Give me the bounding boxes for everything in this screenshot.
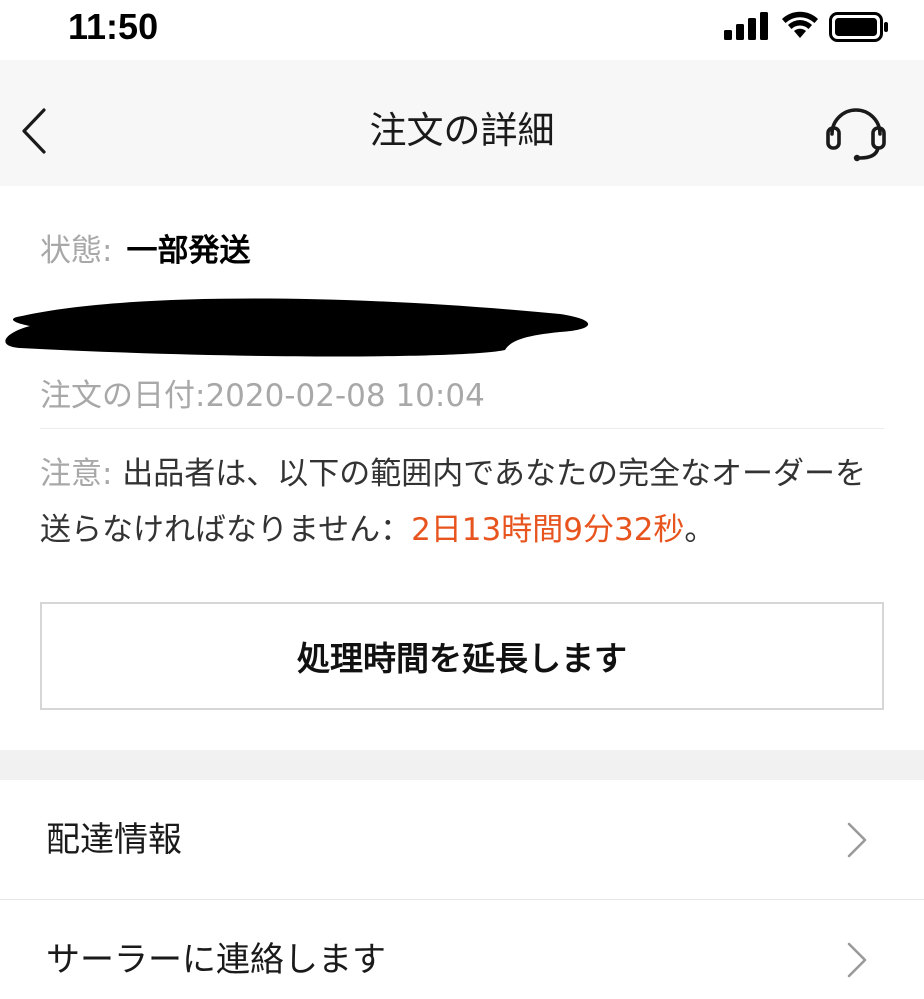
divider: [40, 428, 884, 429]
menu-item-label: 配達情報: [46, 820, 182, 860]
processing-notice: 注意: 出品者は、以下の範囲内であなたの完全なオーダーを送らなければなりません：…: [40, 446, 890, 558]
headset-icon[interactable]: [824, 100, 888, 162]
status-time: 11:50: [68, 6, 159, 47]
status-label: 状態:: [40, 233, 113, 269]
status-value: 一部発送: [126, 233, 251, 269]
cellular-signal-icon: [724, 12, 768, 40]
extend-processing-time-button[interactable]: 処理時間を延長します: [40, 602, 884, 710]
wifi-icon: [782, 11, 818, 38]
chevron-right-icon: [847, 822, 867, 858]
chevron-right-icon: [847, 942, 867, 978]
notice-label: 注意:: [40, 456, 113, 492]
notice-end: 。: [684, 512, 716, 548]
menu-item-label: サーラーに連絡します: [46, 940, 386, 980]
chevron-left-icon[interactable]: [14, 106, 54, 156]
page-title: 注文の詳細: [369, 109, 555, 152]
order-date: 注文の日付:2020-02-08 10:04: [40, 378, 485, 414]
section-separator: [0, 750, 924, 780]
countdown-timer: 2日13時間9分32秒: [411, 512, 685, 548]
redaction-scribble: [5, 298, 589, 357]
menu-item-contact-seller[interactable]: サーラーに連絡します: [0, 900, 924, 999]
order-status-row: 状態: 一部発送: [40, 226, 250, 276]
menu-item-delivery-info[interactable]: 配達情報: [0, 780, 924, 900]
battery-icon: [829, 12, 888, 42]
